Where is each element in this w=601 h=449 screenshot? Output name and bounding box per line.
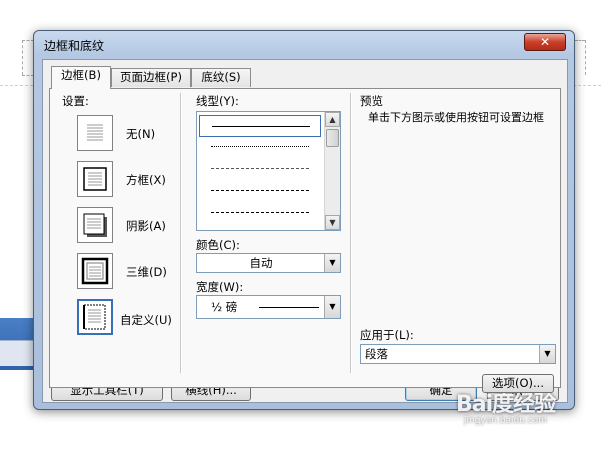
column-divider [180, 93, 182, 373]
setting-custom-label: 自定义(U) [120, 313, 172, 327]
line-style-listbox[interactable]: ▲ ▼ [196, 111, 341, 231]
apply-to-value: 段落 [365, 347, 388, 361]
scroll-down-button[interactable]: ▼ [325, 215, 340, 230]
margin-mark [575, 40, 585, 41]
line-style-dotted[interactable] [211, 146, 309, 147]
line-style-dash-dot[interactable] [211, 212, 309, 213]
margin-mark [22, 40, 23, 75]
chevron-up-icon: ▲ [329, 115, 336, 124]
setting-shadow-icon [83, 213, 107, 237]
setting-box-button[interactable] [77, 161, 113, 197]
setting-none-icon [87, 124, 103, 141]
line-style-dashed[interactable] [211, 190, 309, 191]
options-button[interactable]: 选项(O)... [482, 374, 554, 393]
line-style-selected[interactable] [199, 115, 321, 137]
chevron-down-icon: ▼ [329, 302, 336, 311]
setting-shadow-label: 阴影(A) [126, 219, 166, 233]
preview-label: 预览 [360, 94, 383, 108]
line-style-solid [212, 126, 310, 127]
chevron-down-icon: ▼ [329, 258, 336, 267]
style-label: 线型(Y): [196, 94, 239, 108]
width-combo[interactable]: ½ 磅 ▼ [196, 295, 341, 319]
chevron-down-icon: ▼ [329, 218, 336, 227]
width-dropdown-button[interactable]: ▼ [324, 296, 340, 318]
scroll-thumb[interactable] [326, 129, 339, 147]
color-combo[interactable]: 自动 ▼ [196, 253, 341, 273]
apply-to-label: 应用于(L): [360, 328, 414, 342]
setting-none-label: 无(N) [126, 127, 156, 141]
setting-3d-icon [81, 257, 109, 285]
tab-panel: 设置: 无(N) 方框(X) 阴影(A) 三维(D) 自定义(U) 线型(Y):… [49, 88, 561, 393]
margin-mark [585, 40, 586, 75]
close-button[interactable]: ✕ [524, 33, 566, 51]
close-icon: ✕ [539, 35, 551, 49]
setting-box-label: 方框(X) [126, 173, 166, 187]
setting-3d-label: 三维(D) [126, 265, 167, 279]
tab-page-border[interactable]: 页面边框(P) [111, 68, 191, 87]
setting-custom-icon [83, 304, 106, 330]
color-label: 颜色(C): [196, 238, 240, 252]
setting-3d-button[interactable] [77, 253, 113, 289]
dialog-client: 边框(B) 页面边框(P) 底纹(S) 设置: 无(N) 方框(X) 阴影(A)… [42, 59, 568, 403]
color-value: 自动 [249, 256, 273, 270]
width-value: ½ 磅 [211, 300, 238, 314]
color-dropdown-button[interactable]: ▼ [324, 254, 340, 272]
scroll-up-button[interactable]: ▲ [325, 112, 340, 127]
setting-shadow-button[interactable] [77, 207, 113, 243]
apply-to-dropdown-button[interactable]: ▼ [539, 345, 555, 363]
width-line-sample [259, 307, 319, 308]
setting-custom-button[interactable] [77, 299, 113, 335]
dialog-title: 边框和底纹 [44, 39, 105, 53]
setting-label: 设置: [62, 94, 89, 108]
borders-shading-dialog: 边框和底纹 ✕ 边框(B) 页面边框(P) 底纹(S) 设置: 无(N) 方框(… [33, 30, 575, 410]
setting-box-icon [83, 167, 107, 191]
preview-hint: 单击下方图示或使用按钮可设置边框 [368, 111, 544, 124]
line-style-scrollbar[interactable]: ▲ ▼ [324, 112, 340, 230]
tab-shading[interactable]: 底纹(S) [191, 68, 251, 87]
width-label: 宽度(W): [196, 280, 244, 294]
tab-borders[interactable]: 边框(B) [51, 66, 111, 89]
column-divider [350, 93, 352, 373]
apply-to-combo[interactable]: 段落 ▼ [360, 344, 556, 364]
watermark-url: jingyan.baidu.com [464, 416, 548, 426]
line-style-dashed-small[interactable] [211, 168, 309, 169]
chevron-down-icon: ▼ [544, 349, 551, 358]
setting-none-button[interactable] [77, 115, 113, 151]
